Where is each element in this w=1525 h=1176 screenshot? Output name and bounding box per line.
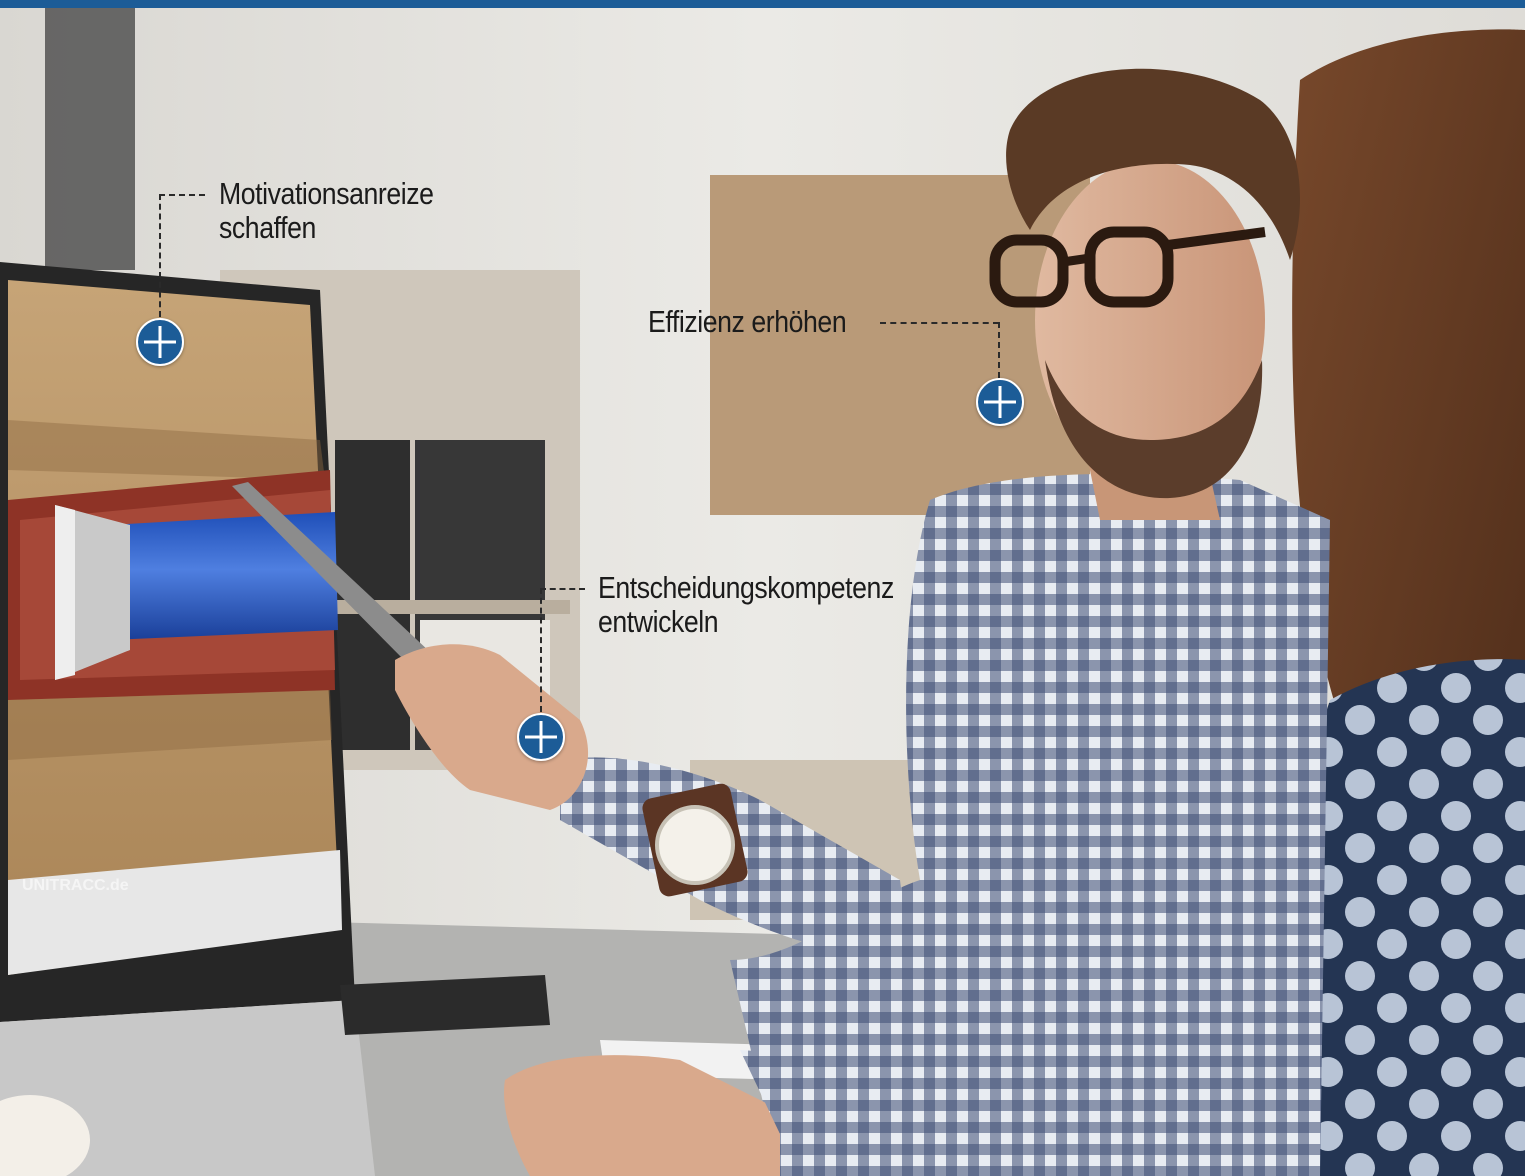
callout-line: schaffen: [219, 210, 316, 245]
leader-line: [159, 194, 205, 196]
screen-logo: UNITRACC.de: [22, 877, 129, 894]
plus-circle-icon: [144, 326, 176, 358]
brand-top-bar: [0, 0, 1525, 8]
leader-line: [880, 322, 999, 324]
hotspot-efficiency-button[interactable]: [976, 378, 1024, 426]
callout-line: Entscheidungskompetenz: [598, 570, 894, 605]
callout-line: entwickeln: [598, 604, 719, 639]
plus-circle-icon: [525, 721, 557, 753]
infographic-stage: UNITRACC.de Motivationsanreize schaffen …: [0, 0, 1525, 1176]
hotspot-decision-button[interactable]: [517, 713, 565, 761]
plus-circle-icon: [984, 386, 1016, 418]
leader-line: [159, 194, 161, 317]
callout-line: Effizienz erhöhen: [648, 304, 847, 339]
leader-line: [998, 322, 1000, 378]
hotspot-motivation-button[interactable]: [136, 318, 184, 366]
leader-line: [540, 588, 542, 712]
callout-decision: Entscheidungskompetenz entwickeln: [598, 571, 894, 639]
callout-efficiency: Effizienz erhöhen: [648, 304, 847, 339]
callout-line: Motivationsanreize: [219, 176, 434, 211]
callout-motivation: Motivationsanreize schaffen: [219, 177, 434, 245]
leader-line: [540, 588, 585, 590]
